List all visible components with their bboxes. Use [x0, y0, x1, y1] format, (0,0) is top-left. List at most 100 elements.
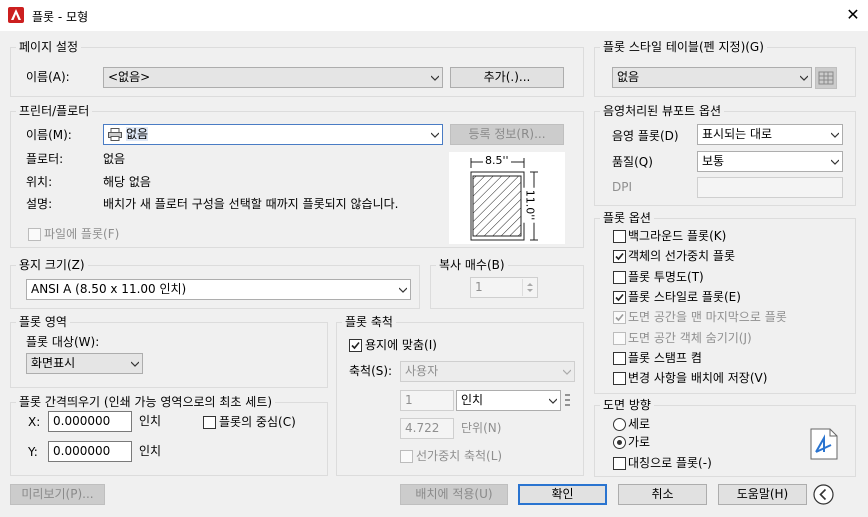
preview-width-label: 8.5'' [483, 154, 511, 167]
plot-area-title: 플롯 영역 [16, 315, 70, 329]
scale-lineweights-label: 선가중치 축척(L) [416, 449, 503, 463]
plot-option-checkbox[interactable] [613, 230, 626, 243]
quality-combo[interactable]: 보통 [697, 151, 843, 172]
copies-spinner[interactable] [522, 279, 536, 296]
chevron-down-icon [563, 369, 571, 375]
offset-x-label: X: [28, 415, 41, 429]
plot-option-checkbox[interactable] [613, 311, 626, 324]
printer-name-value: 없음 [126, 127, 149, 141]
style-table-combo[interactable]: 없음 [612, 67, 812, 88]
location-value: 해당 없음 [103, 175, 151, 189]
copies-input[interactable]: 1 [470, 277, 538, 298]
plot-option-label: 변경 사항을 배치에 저장(V) [628, 371, 768, 385]
scale-combo[interactable]: 사용자 [400, 361, 575, 382]
page-setup-name-combo[interactable]: <없음> [103, 67, 443, 88]
shade-plot-label: 음영 플롯(D) [612, 129, 679, 143]
cancel-button[interactable]: 취소 [618, 484, 707, 505]
copies-value: 1 [475, 280, 483, 294]
dpi-label: DPI [612, 180, 633, 194]
description-label: 설명: [26, 197, 53, 211]
scale-lineweights-checkbox[interactable] [400, 450, 413, 463]
plot-option-label: 플롯 스탬프 켬 [628, 351, 702, 365]
paper-size-combo[interactable]: ANSI A (8.50 x 11.00 인치) [26, 279, 411, 300]
title-bar [0, 0, 868, 31]
plot-what-label: 플롯 대상(W): [26, 335, 100, 349]
plot-scale-title: 플롯 축척 [342, 315, 396, 329]
offset-y-input[interactable]: 0.000000 [48, 441, 132, 462]
fit-to-paper-checkbox[interactable] [349, 339, 362, 352]
landscape-label: 가로 [628, 435, 651, 449]
checkmark-icon [615, 313, 624, 322]
checkmark-icon [351, 341, 360, 350]
close-button[interactable]: ✕ [842, 4, 864, 26]
orientation-title: 도면 방향 [600, 398, 654, 412]
center-plot-checkbox[interactable] [203, 416, 216, 429]
plot-option-label: 백그라운드 플롯(K) [628, 229, 727, 243]
printer-title: 프린터/플로터 [16, 104, 93, 118]
chevron-down-icon [549, 398, 557, 404]
landscape-orientation-icon [810, 428, 838, 460]
window-title: 플롯 - 모형 [32, 10, 89, 24]
plot-what-value: 화면표시 [31, 356, 76, 370]
scale-unit2-label: 단위(N) [461, 421, 502, 435]
radio-dot [617, 440, 622, 445]
plot-options-group [594, 218, 856, 394]
plot-option-checkbox[interactable] [613, 372, 626, 385]
plot-to-file-checkbox[interactable] [28, 228, 41, 241]
offset-x-input[interactable]: 0.000000 [48, 411, 132, 432]
scale-unit-combo[interactable]: 인치 [456, 390, 561, 411]
landscape-radio[interactable] [613, 436, 626, 449]
printer-icon [108, 128, 122, 141]
chevron-down-icon [831, 132, 839, 138]
description-value: 배치가 새 플로터 구성을 선택할 때까지 플롯되지 않습니다. [103, 197, 399, 211]
collapse-options-button[interactable] [813, 484, 834, 505]
fit-to-paper-label: 용지에 맞춤(I) [365, 338, 437, 352]
edit-style-table-button[interactable] [815, 67, 837, 89]
plotter-label: 플로터: [26, 152, 64, 166]
upside-down-checkbox[interactable] [613, 457, 626, 470]
preview-height-label: 11.0'' [523, 187, 537, 223]
paper-size-title: 용지 크기(Z) [16, 258, 88, 272]
upside-down-label: 대칭으로 플롯(-) [628, 456, 712, 470]
printer-name-combo[interactable]: 없음 [103, 124, 443, 145]
plot-option-checkbox[interactable] [613, 352, 626, 365]
table-edit-icon [818, 71, 834, 85]
plot-option-checkbox[interactable] [613, 332, 626, 345]
chevron-down-icon [131, 361, 139, 367]
plot-options-title: 플롯 옵션 [600, 211, 654, 225]
copies-title: 복사 매수(B) [436, 258, 508, 272]
chevron-down-icon [431, 75, 439, 81]
link-bracket-icon [564, 392, 572, 408]
chevron-down-icon [431, 132, 439, 138]
scale-label: 축척(S): [349, 364, 393, 378]
preview-button[interactable]: 미리보기(P)... [10, 484, 105, 505]
apply-to-layout-button[interactable]: 배치에 적용(U) [400, 484, 508, 505]
dpi-input[interactable] [697, 177, 843, 198]
page-setup-name-value: <없음> [108, 70, 151, 84]
shade-plot-combo[interactable]: 표시되는 대로 [697, 124, 843, 145]
plot-option-label: 객체의 선가중치 플롯 [628, 249, 735, 263]
quality-label: 품질(Q) [612, 155, 653, 169]
style-table-value: 없음 [617, 70, 640, 84]
portrait-radio[interactable] [613, 418, 626, 431]
help-button[interactable]: 도움말(H) [718, 484, 807, 505]
plot-offset-title: 플롯 간격띄우기 (인쇄 가능 영역으로의 최초 세트) [16, 395, 276, 409]
add-page-setup-button[interactable]: 추가(.)... [450, 67, 564, 88]
scale-value2-input[interactable]: 4.722 [400, 418, 454, 439]
plot-option-checkbox[interactable] [613, 271, 626, 284]
chevron-down-icon [399, 287, 407, 293]
printer-name-label: 이름(M): [26, 128, 72, 142]
shade-plot-value: 표시되는 대로 [702, 127, 773, 141]
spinner-arrows-icon [527, 283, 533, 292]
printer-properties-button[interactable]: 등록 정보(R)... [450, 124, 564, 145]
plot-option-checkbox[interactable] [613, 250, 626, 263]
plot-option-checkbox[interactable] [613, 291, 626, 304]
page-setup-name-label: 이름(A): [26, 70, 70, 84]
plot-option-label: 도면 공간 객체 숨기기(J) [628, 331, 752, 345]
checkmark-icon [615, 293, 624, 302]
center-plot-label: 플롯의 중심(C) [219, 415, 296, 429]
offset-x-unit: 인치 [139, 414, 162, 428]
ok-button[interactable]: 확인 [518, 484, 607, 505]
scale-value1-input[interactable]: 1 [400, 390, 454, 411]
plot-what-combo[interactable]: 화면표시 [26, 353, 143, 374]
